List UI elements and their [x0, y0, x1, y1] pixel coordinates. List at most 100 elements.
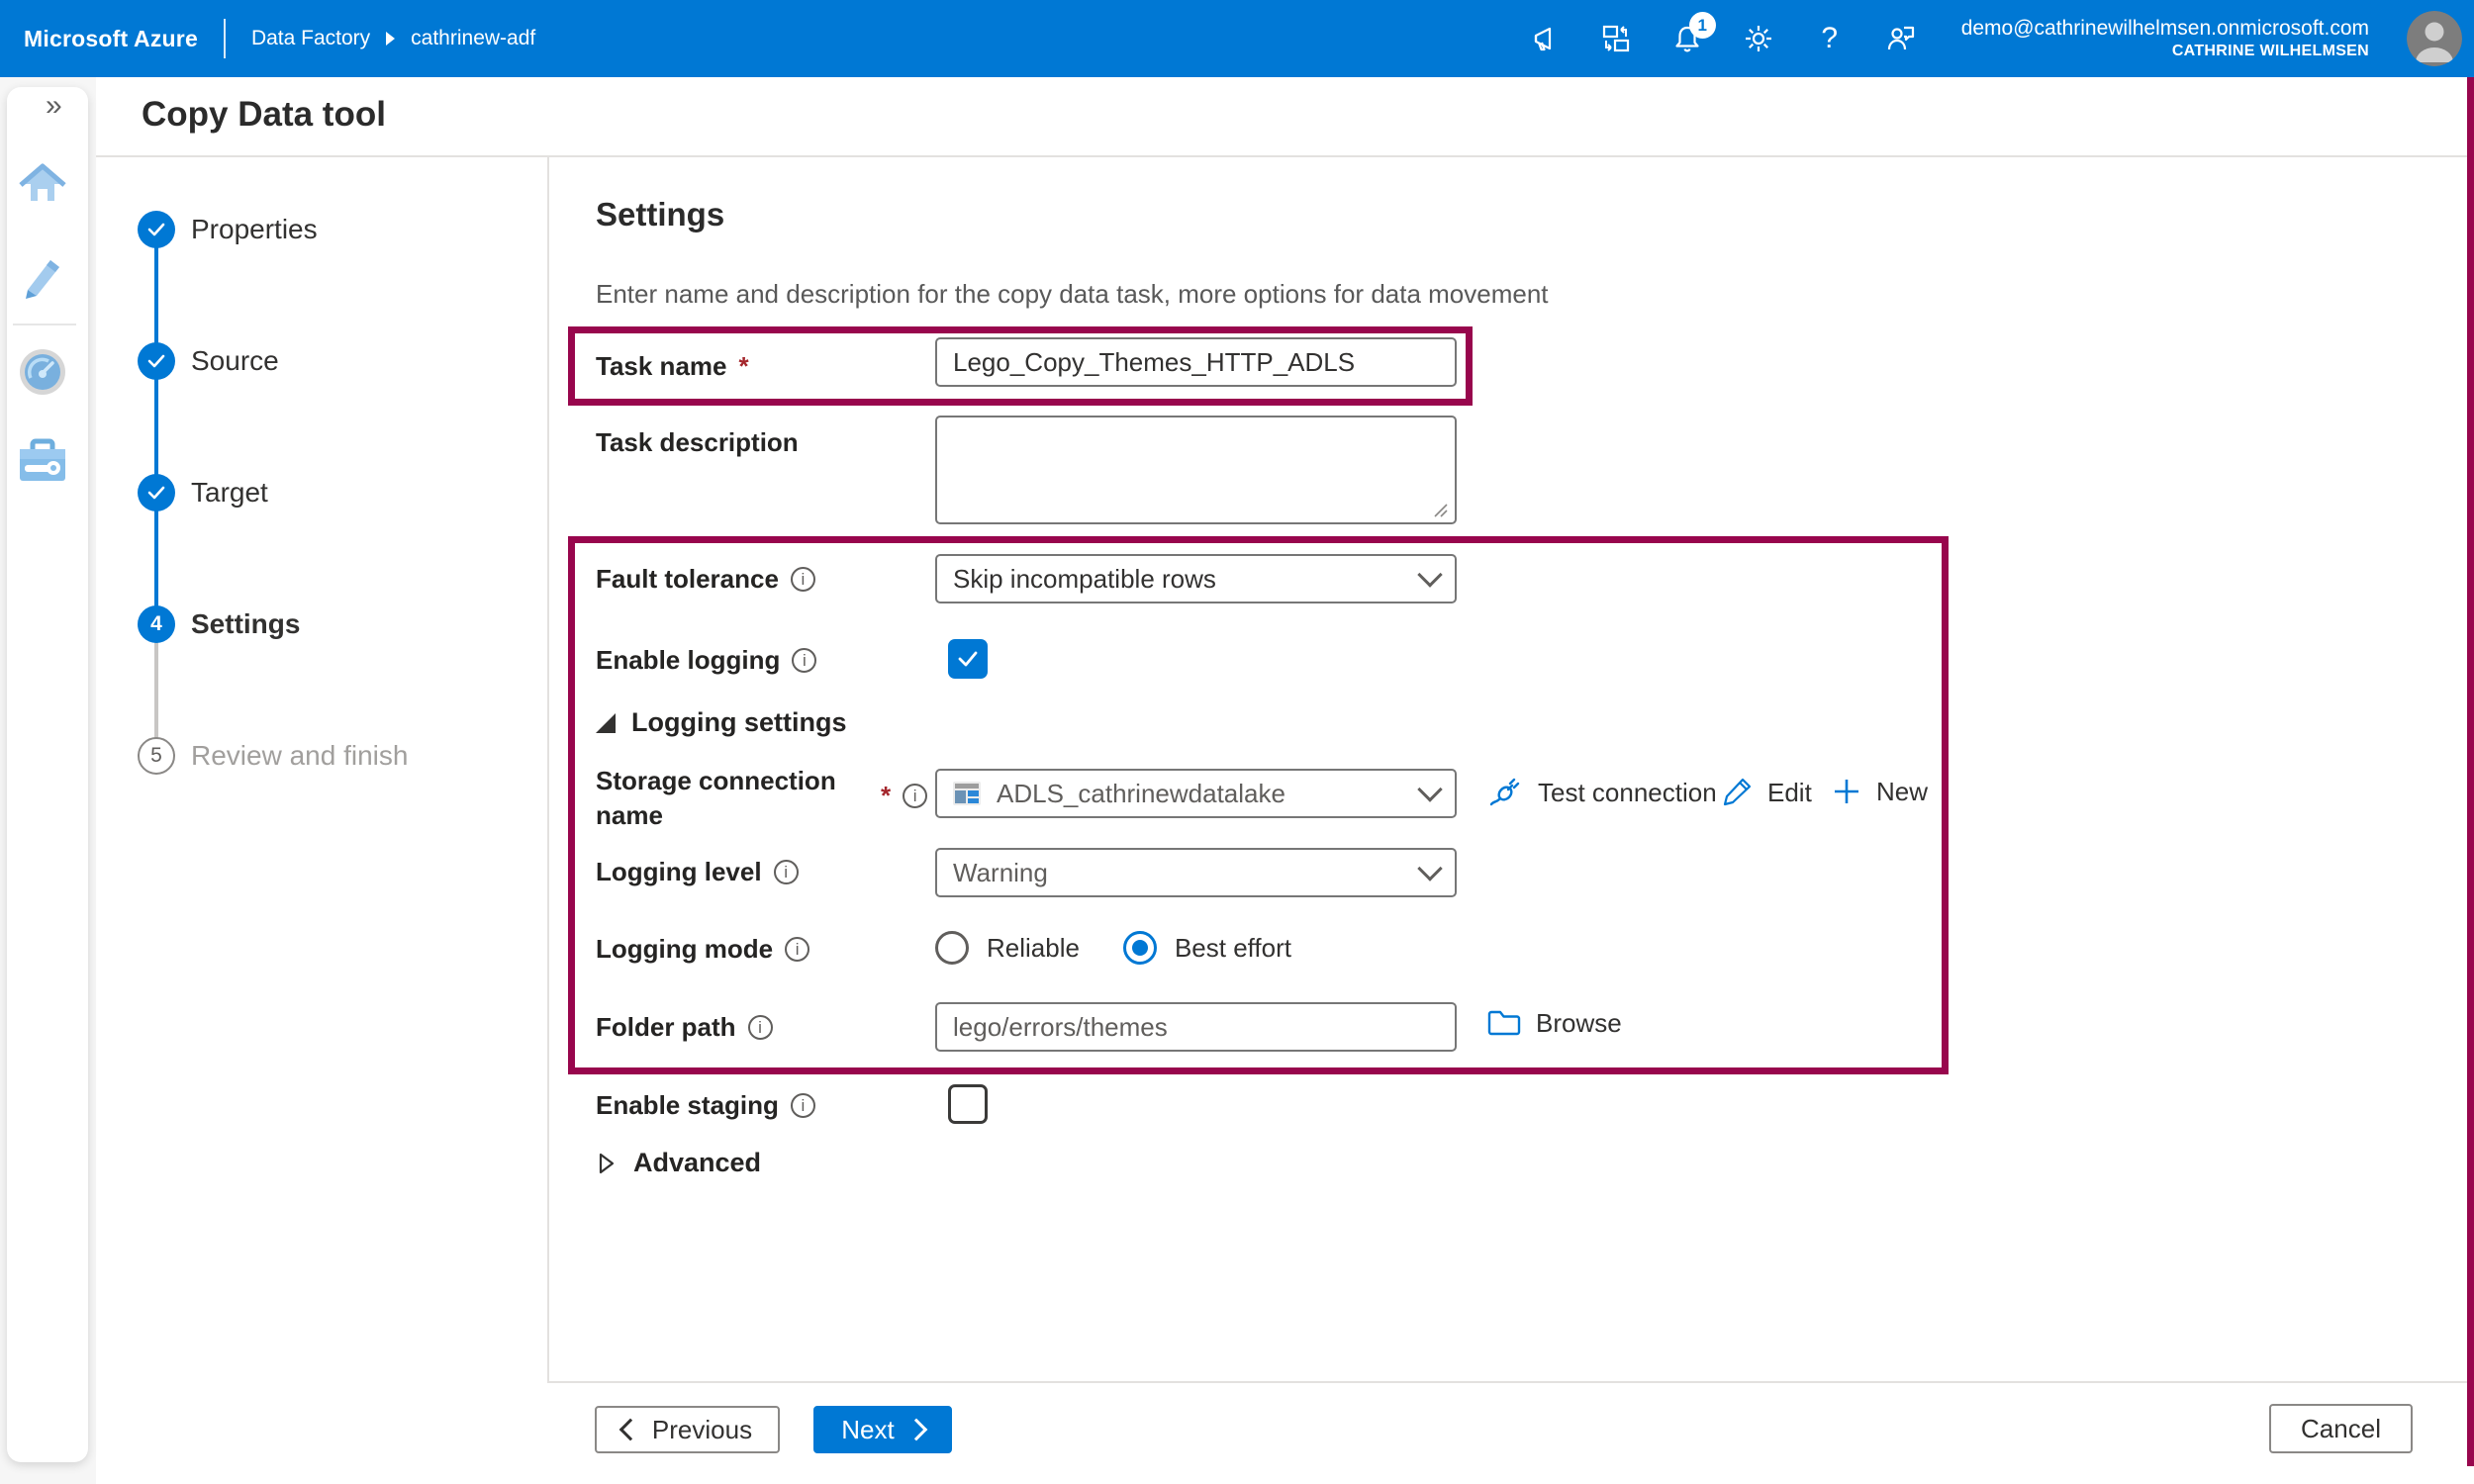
switch-directory-icon[interactable]: [1599, 22, 1633, 55]
pencil-icon: [18, 250, 67, 300]
check-icon: [146, 220, 166, 239]
info-icon[interactable]: i: [791, 567, 815, 592]
adls-connection-icon: [953, 782, 981, 805]
check-icon: [956, 647, 980, 671]
breadcrumb-arrow-icon: [386, 32, 395, 46]
task-name-input[interactable]: [935, 337, 1457, 387]
avatar[interactable]: [2407, 11, 2462, 66]
azure-brand[interactable]: Microsoft Azure: [24, 26, 198, 52]
step-label-source[interactable]: Source: [191, 345, 279, 377]
info-icon[interactable]: i: [791, 1093, 815, 1118]
new-connection-button[interactable]: New: [1831, 776, 1928, 807]
step-label-properties[interactable]: Properties: [191, 214, 318, 245]
info-icon[interactable]: i: [792, 648, 816, 673]
radio-reliable-label[interactable]: Reliable: [987, 933, 1080, 964]
sidebar-item-author[interactable]: [17, 249, 68, 301]
account-info[interactable]: demo@cathrinewilhelmsen.onmicrosoft.com …: [1961, 16, 2369, 61]
logging-mode-options: Reliable Best effort: [935, 931, 1317, 965]
user-email: demo@cathrinewilhelmsen.onmicrosoft.com: [1961, 16, 2369, 42]
breadcrumb-app[interactable]: Data Factory: [251, 27, 370, 50]
plus-icon: [1831, 776, 1862, 807]
folder-path-input[interactable]: [935, 1002, 1457, 1052]
screenshot-edge-strip: [2467, 77, 2474, 1466]
task-name-label: Task name*: [596, 351, 749, 382]
step-circle-properties[interactable]: [138, 211, 175, 248]
expand-sidebar-icon[interactable]: »: [46, 89, 62, 123]
caret-expanded-icon: [596, 713, 616, 733]
resize-grip-icon[interactable]: [1433, 503, 1449, 518]
radio-best-effort[interactable]: [1123, 931, 1157, 965]
gauge-icon: [18, 347, 67, 397]
plug-icon: [1486, 774, 1524, 811]
logging-mode-label: Logging mode i: [596, 934, 809, 965]
chevron-down-icon: [1417, 777, 1442, 801]
step-circle-target[interactable]: [138, 474, 175, 511]
sidebar-item-home[interactable]: [17, 158, 68, 210]
page-title: Copy Data tool: [142, 95, 386, 135]
form-description: Enter name and description for the copy …: [596, 279, 1549, 310]
browse-button[interactable]: Browse: [1486, 1007, 1622, 1039]
check-icon: [146, 483, 166, 503]
radio-reliable[interactable]: [935, 931, 969, 965]
step-circle-source[interactable]: [138, 342, 175, 380]
info-icon[interactable]: i: [774, 860, 799, 884]
fault-tolerance-label: Fault tolerance i: [596, 564, 815, 595]
cancel-button[interactable]: Cancel: [2269, 1404, 2413, 1453]
announcements-icon[interactable]: [1528, 22, 1562, 55]
enable-logging-label: Enable logging i: [596, 645, 816, 676]
advanced-toggle[interactable]: Advanced: [596, 1148, 761, 1178]
breadcrumb-instance[interactable]: cathrinew-adf: [411, 27, 535, 50]
stepper-connector-complete: [154, 230, 158, 625]
chevron-right-icon: [904, 1419, 927, 1441]
radio-best-effort-label[interactable]: Best effort: [1175, 933, 1291, 964]
chevron-left-icon: [619, 1419, 642, 1441]
fault-tolerance-dropdown[interactable]: Skip incompatible rows: [935, 554, 1457, 603]
storage-connection-required: * i: [881, 781, 927, 811]
notification-badge: 1: [1689, 12, 1716, 39]
logging-level-label: Logging level i: [596, 857, 799, 887]
task-description-input[interactable]: [935, 416, 1457, 524]
folder-icon: [1486, 1007, 1522, 1039]
check-icon: [146, 351, 166, 371]
logging-settings-toggle[interactable]: Logging settings: [596, 707, 846, 738]
chevron-down-icon: [1417, 856, 1442, 881]
feedback-icon[interactable]: [1884, 22, 1918, 55]
footer-divider: [547, 1381, 2474, 1383]
next-button[interactable]: Next: [813, 1406, 952, 1453]
chevron-down-icon: [1417, 562, 1442, 587]
top-bar: Microsoft Azure Data Factory cathrinew-a…: [0, 0, 2474, 77]
topbar-divider: [224, 19, 226, 58]
pencil-icon: [1720, 776, 1754, 809]
header-divider: [96, 155, 2474, 157]
sidebar-divider: [13, 324, 76, 325]
storage-connection-dropdown[interactable]: ADLS_cathrinewdatalake: [935, 769, 1457, 818]
notifications-bell-icon[interactable]: 1: [1670, 22, 1704, 55]
caret-collapsed-icon: [596, 1151, 618, 1176]
edit-connection-button[interactable]: Edit: [1720, 776, 1812, 809]
enable-staging-checkbox[interactable]: [948, 1084, 988, 1124]
step-circle-settings[interactable]: 4: [138, 605, 175, 643]
info-icon[interactable]: i: [748, 1015, 773, 1040]
info-icon[interactable]: i: [903, 784, 927, 808]
form-heading: Settings: [596, 196, 724, 233]
step-label-review[interactable]: Review and finish: [191, 740, 408, 772]
step-label-settings[interactable]: Settings: [191, 608, 300, 640]
sidebar-item-monitor[interactable]: [17, 346, 68, 398]
enable-staging-label: Enable staging i: [596, 1090, 815, 1121]
previous-button[interactable]: Previous: [595, 1406, 780, 1453]
task-description-label: Task description: [596, 427, 799, 458]
test-connection-button[interactable]: Test connection: [1486, 774, 1717, 811]
sidebar-item-manage[interactable]: [17, 435, 68, 487]
home-icon: [18, 159, 67, 209]
logging-level-dropdown[interactable]: Warning: [935, 848, 1457, 897]
step-label-target[interactable]: Target: [191, 477, 268, 509]
toolbox-icon: [17, 435, 68, 487]
user-name: CATHRINE WILHELMSEN: [2172, 42, 2369, 61]
stepper-form-divider: [547, 157, 549, 1381]
folder-path-label: Folder path i: [596, 1012, 773, 1043]
enable-logging-checkbox[interactable]: [948, 639, 988, 679]
info-icon[interactable]: i: [785, 937, 809, 962]
step-circle-review[interactable]: 5: [138, 737, 175, 775]
settings-gear-icon[interactable]: [1742, 22, 1775, 55]
help-icon[interactable]: ?: [1813, 22, 1847, 55]
